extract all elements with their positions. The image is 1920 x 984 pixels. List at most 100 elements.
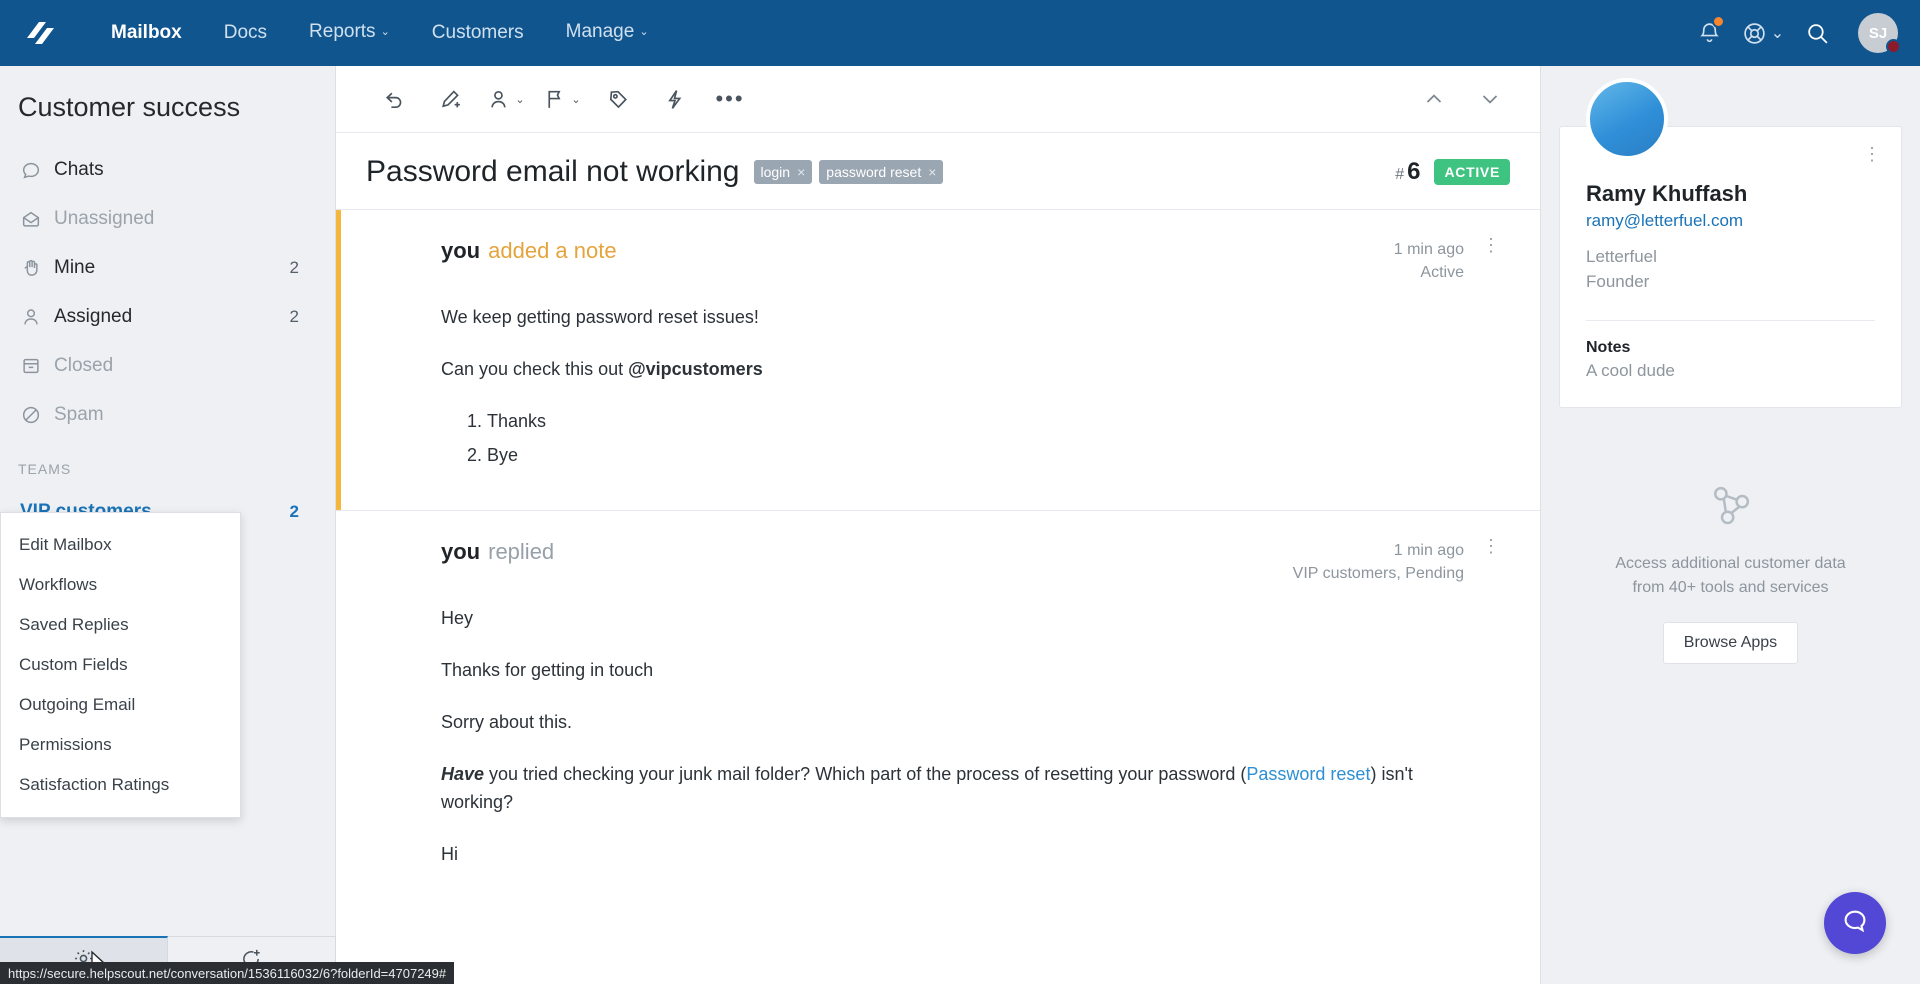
message-header: you added a note 1 min ago Active ⋮ — [441, 236, 1500, 284]
status-bar-url: https://secure.helpscout.net/conversatio… — [8, 965, 447, 981]
nav-right-actions: ⌄ SJ — [1682, 0, 1901, 66]
tag-password-reset[interactable]: password reset × — [819, 160, 944, 184]
customer-card: ⋮ Ramy Khuffash ramy@letterfuel.com Lett… — [1559, 78, 1902, 409]
conversation-header: Password email not working login × passw… — [336, 133, 1540, 209]
customer-notes-heading: Notes — [1586, 339, 1631, 357]
ticket-number-value: 6 — [1407, 158, 1421, 185]
more-dots-icon[interactable]: ••• — [702, 75, 758, 123]
notification-dot-badge — [1712, 15, 1725, 28]
support-beacon-button[interactable] — [1824, 892, 1886, 954]
sidebar-teams-heading: TEAMS — [18, 461, 72, 477]
helpscout-logo-icon[interactable] — [18, 13, 58, 53]
sidebar-item-assigned-count: 2 — [289, 306, 299, 326]
flag-status-icon[interactable]: ⌄ — [534, 75, 590, 123]
reply-paragraph-4: Have you tried checking your junk mail f… — [441, 761, 1441, 817]
customer-name: Ramy Khuffash — [1586, 181, 1748, 206]
message-side-meta: 1 min ago Active ⋮ — [1393, 236, 1500, 284]
conversation-pane: ⌄ ⌄ ••• Password email not working login… — [336, 66, 1540, 984]
note-mention-prefix: Can you check this out — [441, 359, 629, 380]
help-lifering-icon[interactable]: ⌄ — [1736, 0, 1790, 66]
chevron-down-icon[interactable] — [1462, 75, 1518, 123]
nav-link-docs[interactable]: Docs — [203, 0, 288, 66]
chevron-up-icon[interactable] — [1406, 75, 1462, 123]
chat-bubble-icon — [20, 159, 54, 181]
nav-link-manage-label: Manage — [565, 21, 635, 42]
customer-role: Founder — [1586, 271, 1650, 291]
apps-promo-line-1: Access additional customer data — [1615, 555, 1846, 573]
sidebar-item-closed-label: Closed — [54, 354, 114, 376]
browse-apps-button[interactable]: Browse Apps — [1662, 622, 1799, 665]
nav-link-reports[interactable]: Reports ⌄ — [288, 0, 411, 67]
menu-item-edit-mailbox[interactable]: Edit Mailbox — [1, 525, 240, 565]
sidebar-item-spam[interactable]: Spam — [0, 390, 335, 439]
tag-icon[interactable] — [590, 75, 646, 123]
beacon-chat-icon — [1840, 906, 1870, 941]
reply-bold-lead: Have — [441, 763, 485, 784]
nav-link-customers-label: Customers — [431, 22, 524, 43]
assign-person-icon[interactable]: ⌄ — [478, 75, 534, 123]
reply-paragraph-5: Hi — [441, 843, 458, 864]
person-icon — [20, 306, 54, 328]
chevron-down-icon: ⌄ — [639, 26, 649, 38]
nav-link-docs-label: Docs — [223, 22, 268, 43]
notification-bell-icon[interactable] — [1682, 0, 1736, 66]
list-item: Thanks — [487, 408, 1441, 436]
message-body: Hey Thanks for getting in touch Sorry ab… — [441, 605, 1441, 868]
message-timestamp: 1 min ago — [1393, 541, 1464, 559]
note-paragraph-1: We keep getting password reset issues! — [441, 307, 759, 328]
ticket-hash-symbol: # — [1395, 166, 1405, 183]
reply-paragraph-3: Sorry about this. — [441, 712, 573, 733]
sidebar-item-vip-customers-count: 2 — [289, 501, 299, 521]
user-avatar[interactable]: SJ — [1858, 13, 1901, 54]
nav-link-manage[interactable]: Manage ⌄ — [545, 0, 670, 67]
sidebar-item-unassigned-label: Unassigned — [54, 207, 155, 229]
reply-arrow-icon[interactable] — [366, 75, 422, 123]
menu-item-satisfaction-ratings[interactable]: Satisfaction Ratings — [1, 765, 240, 805]
note-paragraph-2: Can you check this out @vipcustomers — [441, 356, 1441, 384]
conversation-thread: you added a note 1 min ago Active ⋮ We k… — [336, 209, 1540, 984]
reply-text-mid: you tried checking your junk mail folder… — [484, 763, 1247, 784]
nav-link-customers[interactable]: Customers — [411, 0, 545, 66]
customer-email[interactable]: ramy@letterfuel.com — [1586, 211, 1875, 231]
menu-item-permissions[interactable]: Permissions — [1, 725, 240, 765]
conversation-toolbar: ⌄ ⌄ ••• — [336, 66, 1540, 133]
search-icon[interactable] — [1790, 0, 1844, 66]
password-reset-link[interactable]: Password reset — [1246, 764, 1370, 784]
list-item: Bye — [487, 442, 1441, 470]
message-action: replied — [488, 538, 555, 564]
sidebar-item-chats[interactable]: Chats — [0, 145, 335, 194]
customer-avatar[interactable] — [1586, 78, 1668, 160]
sidebar-item-closed[interactable]: Closed — [0, 341, 335, 390]
message-options-icon[interactable]: ⋮ — [1482, 236, 1500, 254]
top-navigation-bar: Mailbox Docs Reports ⌄ Customers Manage ⌄ — [0, 0, 1920, 66]
remove-tag-icon[interactable]: × — [928, 164, 936, 180]
note-ordered-list: Thanks Bye — [487, 408, 1441, 470]
sidebar-item-chats-label: Chats — [54, 158, 104, 180]
message-author: you — [441, 538, 481, 564]
no-entry-icon — [20, 404, 54, 426]
menu-item-workflows[interactable]: Workflows — [1, 565, 240, 605]
note-mention: @vipcustomers — [628, 359, 763, 380]
remove-tag-icon[interactable]: × — [797, 164, 805, 180]
message-timestamp: 1 min ago — [1393, 241, 1464, 258]
mailbox-settings-dropdown: Edit Mailbox Workflows Saved Replies Cus… — [0, 512, 241, 818]
message-body: We keep getting password reset issues! C… — [441, 304, 1441, 470]
lightning-workflow-icon[interactable] — [646, 75, 702, 123]
menu-item-outgoing-email[interactable]: Outgoing Email — [1, 685, 240, 725]
menu-item-saved-replies[interactable]: Saved Replies — [1, 605, 240, 645]
add-note-pencil-icon[interactable] — [422, 75, 478, 123]
conversation-nav-arrows — [1406, 75, 1518, 123]
customer-options-icon[interactable]: ⋮ — [1863, 145, 1881, 163]
sidebar-item-mine[interactable]: Mine 2 — [0, 243, 335, 292]
sidebar-item-unassigned[interactable]: Unassigned — [0, 194, 335, 243]
sidebar-item-assigned[interactable]: Assigned 2 — [0, 292, 335, 341]
customer-notes-text: A cool dude — [1586, 361, 1675, 381]
menu-item-custom-fields[interactable]: Custom Fields — [1, 645, 240, 685]
tag-login[interactable]: login × — [753, 160, 813, 184]
conversation-meta: #6 ACTIVE — [1395, 158, 1510, 186]
chevron-down-icon: ⌄ — [1770, 25, 1785, 42]
sidebar-item-assigned-label: Assigned — [54, 305, 133, 327]
message-options-icon[interactable]: ⋮ — [1482, 537, 1500, 555]
tag-password-reset-label: password reset — [826, 164, 922, 180]
nav-link-mailbox[interactable]: Mailbox — [90, 0, 203, 66]
